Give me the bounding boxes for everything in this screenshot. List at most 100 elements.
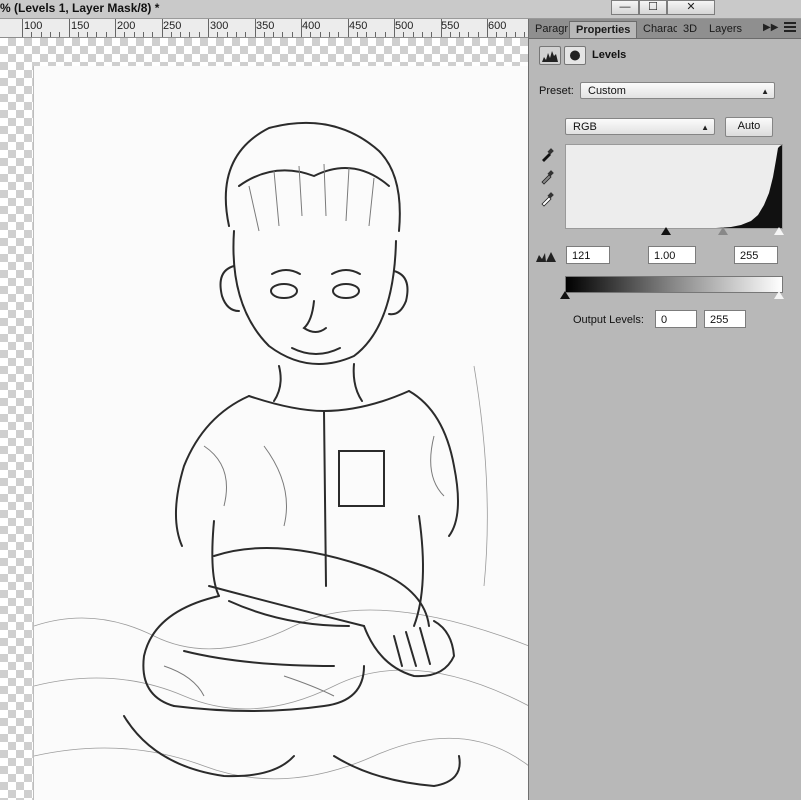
ruler-tick xyxy=(68,19,70,37)
ruler-tick xyxy=(77,32,79,37)
output-black-slider[interactable] xyxy=(560,291,570,299)
tab-3d[interactable]: 3D xyxy=(677,21,703,38)
ruler-label: 250 xyxy=(163,20,182,32)
ruler-label: 200 xyxy=(117,20,136,32)
close-button[interactable]: ✕ xyxy=(667,0,715,15)
input-black-field[interactable]: 121 xyxy=(566,246,610,264)
ruler-tick xyxy=(403,32,405,37)
panel-header: Levels xyxy=(529,39,801,69)
ruler-tick xyxy=(263,32,265,37)
window-title: % (Levels 1, Layer Mask/8) * xyxy=(0,1,160,15)
ruler-tick xyxy=(40,32,42,37)
mask-icon[interactable] xyxy=(564,46,586,65)
ruler-tick xyxy=(59,32,61,37)
ruler-tick xyxy=(245,32,247,37)
clipping-warning-icon[interactable] xyxy=(535,251,557,263)
ruler-tick xyxy=(291,32,293,37)
output-gradient xyxy=(565,276,783,293)
channel-select[interactable]: RGB ▲ xyxy=(565,118,715,135)
auto-button[interactable]: Auto xyxy=(725,117,773,137)
ruler-label: 400 xyxy=(302,20,321,32)
input-white-field[interactable]: 255 xyxy=(734,246,778,264)
output-levels-label: Output Levels: xyxy=(573,314,644,326)
ruler-tick xyxy=(319,32,321,37)
ruler-tick xyxy=(96,32,98,37)
ruler-label: 300 xyxy=(210,20,229,32)
ruler-tick xyxy=(301,19,302,37)
window-titlebar: % (Levels 1, Layer Mask/8) * — ☐ ✕ xyxy=(0,0,801,19)
ruler-tick xyxy=(449,32,451,37)
horizontal-ruler: 100 150 200 250 300 350 400 450 500 550 … xyxy=(0,19,528,38)
ruler-tick xyxy=(282,32,284,37)
ruler-tick xyxy=(31,32,33,37)
black-eyedropper-icon[interactable] xyxy=(539,147,555,163)
ruler-tick xyxy=(105,32,107,37)
ruler-tick xyxy=(514,32,516,37)
ruler-tick xyxy=(468,32,470,37)
tab-layers[interactable]: Layers xyxy=(703,21,747,38)
preset-value: Custom xyxy=(588,85,626,97)
channel-value: RGB xyxy=(573,121,597,133)
adjustment-title: Levels xyxy=(592,49,627,61)
panel-tab-strip: Paragr Properties Charac 3D Layers ▶▶ xyxy=(529,19,801,39)
ruler-tick xyxy=(226,32,228,37)
ruler-tick xyxy=(440,19,442,37)
ruler-label: 450 xyxy=(349,20,368,32)
ruler-label: 500 xyxy=(395,20,414,32)
ruler-tick xyxy=(431,32,433,37)
ruler-tick xyxy=(347,19,349,37)
ruler-tick xyxy=(133,32,135,37)
output-black-field[interactable]: 0 xyxy=(655,310,697,328)
document-canvas[interactable] xyxy=(33,66,529,800)
ruler-tick xyxy=(496,32,498,37)
input-black-slider[interactable] xyxy=(661,227,671,235)
chevron-updown-icon: ▲ xyxy=(701,123,709,132)
ruler-tick xyxy=(375,32,377,37)
ruler-tick xyxy=(189,32,191,37)
white-eyedropper-icon[interactable] xyxy=(539,191,555,207)
input-gamma-field[interactable]: 1.00 xyxy=(648,246,696,264)
ruler-tick xyxy=(356,32,358,37)
ruler-tick xyxy=(180,32,182,37)
ruler-tick xyxy=(142,32,144,37)
ruler-tick xyxy=(328,32,330,37)
ruler-tick xyxy=(115,19,116,37)
gray-eyedropper-icon[interactable] xyxy=(539,169,555,185)
canvas-area[interactable] xyxy=(0,38,529,800)
ruler-tick xyxy=(310,32,312,37)
tab-character[interactable]: Charac xyxy=(637,21,677,38)
ruler-tick xyxy=(477,32,479,37)
panel-menu-icon[interactable] xyxy=(784,22,796,32)
ruler-label: 150 xyxy=(71,20,90,32)
output-white-slider[interactable] xyxy=(774,291,784,299)
input-white-slider[interactable] xyxy=(774,227,784,235)
ruler-label: 600 xyxy=(488,20,507,32)
input-gray-slider[interactable] xyxy=(718,227,728,235)
tab-properties[interactable]: Properties xyxy=(569,21,637,38)
ruler-tick xyxy=(384,32,386,37)
ruler-tick xyxy=(421,32,423,37)
ruler-tick xyxy=(170,32,172,37)
ruler-tick xyxy=(198,32,200,37)
histogram-graph xyxy=(566,145,782,228)
ruler-tick xyxy=(394,19,395,37)
maximize-button[interactable]: ☐ xyxy=(639,0,667,15)
properties-panel: Paragr Properties Charac 3D Layers ▶▶ Le… xyxy=(528,19,801,800)
ruler-tick xyxy=(524,32,526,37)
ruler-tick xyxy=(505,32,507,37)
ruler-tick xyxy=(235,32,237,37)
ruler-tick xyxy=(22,19,23,37)
ruler-tick xyxy=(487,19,488,37)
output-white-field[interactable]: 255 xyxy=(704,310,746,328)
pencil-sketch-image xyxy=(34,66,529,800)
chevron-updown-icon: ▲ xyxy=(761,87,769,96)
collapse-icon[interactable]: ▶▶ xyxy=(763,22,778,33)
levels-icon[interactable] xyxy=(539,46,561,65)
ruler-tick xyxy=(338,32,340,37)
tab-paragraph[interactable]: Paragr xyxy=(529,21,569,38)
ruler-tick xyxy=(459,32,461,37)
ruler-tick xyxy=(208,19,209,37)
ruler-label: 100 xyxy=(24,20,43,32)
preset-select[interactable]: Custom ▲ xyxy=(580,82,775,99)
minimize-button[interactable]: — xyxy=(611,0,639,15)
